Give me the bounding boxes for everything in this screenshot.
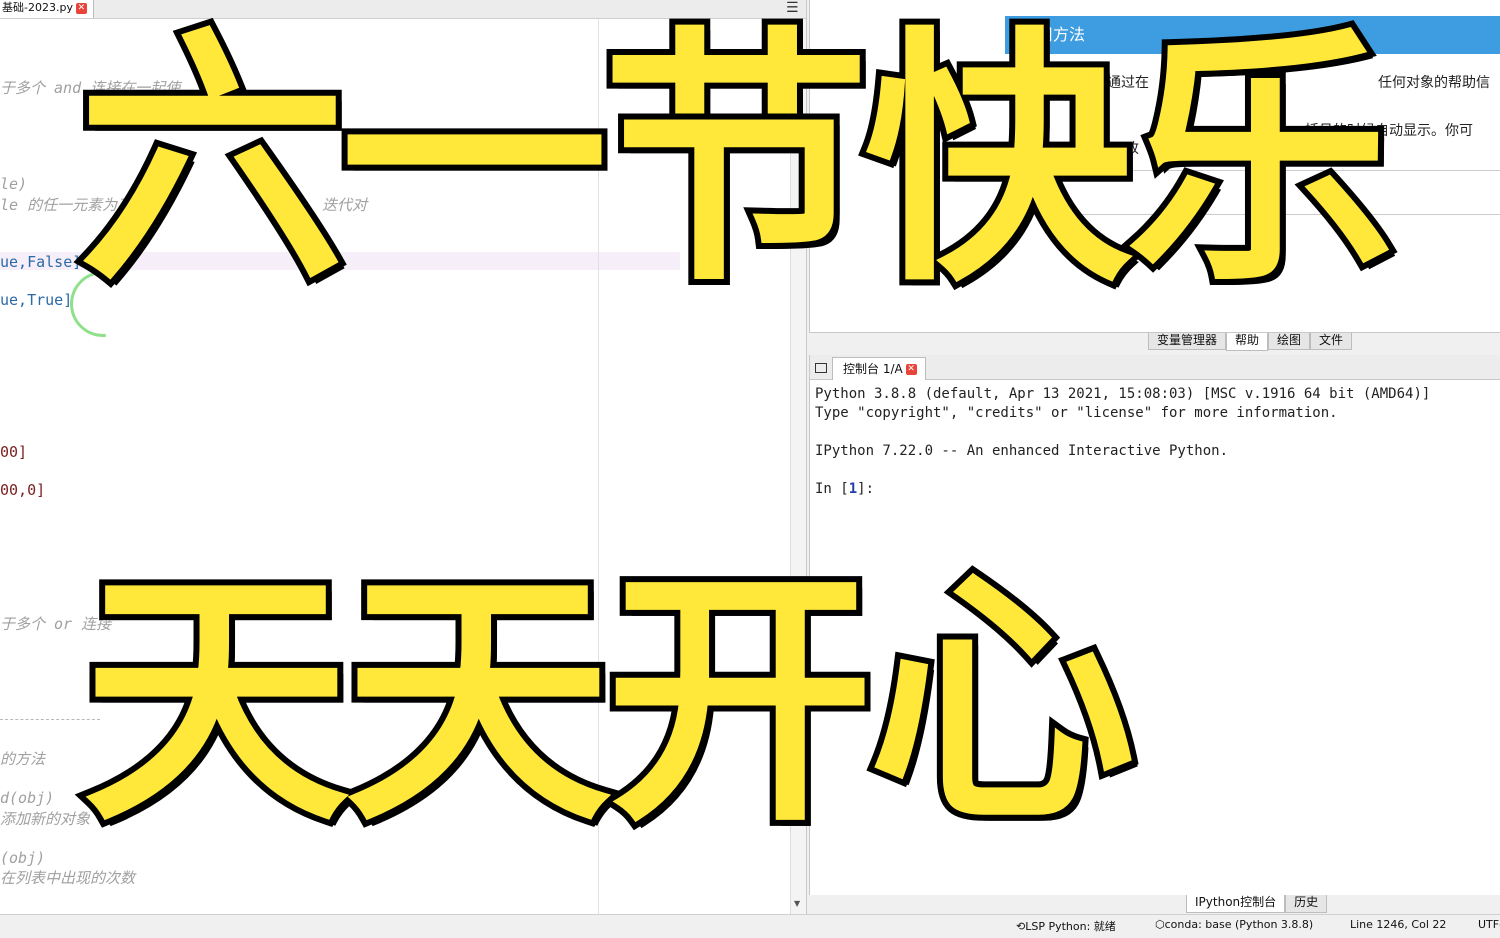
code-line: ue,False] (0, 253, 82, 271)
file-tab-label: 基础-2023.py (2, 1, 73, 14)
prompt-number: 1 (848, 481, 858, 497)
help-text: 任何对象的帮助信 (1378, 75, 1490, 91)
console-prompt[interactable]: In [1]: (815, 481, 874, 497)
code-line: (obj) (0, 849, 46, 867)
console-tab[interactable]: 控制台 1/A ✕ (832, 357, 926, 380)
cursor-position: Line 1246, Col 22 (1350, 918, 1447, 931)
overlay-subtitle: 天天开心 (76, 546, 1142, 858)
code-line: ue,True] (0, 291, 73, 309)
conda-status: ⬡conda: base (Python 3.8.8) (1155, 918, 1314, 931)
prompt-prefix: In [ (815, 481, 849, 497)
status-bar: ⟲LSP Python: 就绪 ⬡conda: base (Python 3.8… (0, 914, 1500, 938)
cube-icon: ⬡ (1155, 918, 1165, 931)
code-line: 添加新的对象 (0, 810, 91, 828)
prompt-suffix: ]: (857, 481, 875, 497)
console-tab-label: 控制台 1/A (843, 362, 903, 376)
console-tabbar: 控制台 1/A ✕ (810, 355, 1500, 380)
code-line: 的方法 (0, 750, 46, 768)
code-line: 在列表中出现的次数 (0, 869, 136, 887)
tab-plots[interactable]: 绘图 (1268, 333, 1311, 350)
tab-variable-explorer[interactable]: 变量管理器 (1148, 333, 1227, 350)
code-line: 00,0] (0, 481, 46, 499)
console-line: IPython 7.22.0 -- An enhanced Interactiv… (815, 443, 1229, 459)
close-icon[interactable]: ✕ (905, 364, 917, 375)
console-line: Python 3.8.8 (default, Apr 13 2021, 15:0… (815, 386, 1431, 402)
pane-tabs: 变量管理器 帮助 绘图 文件 (1148, 333, 1353, 351)
console-bottom-tabs: IPython控制台 历史 (1186, 895, 1328, 913)
code-line: 00] (0, 443, 28, 461)
sync-icon: ⟲ (1016, 920, 1026, 933)
lsp-status: ⟲LSP Python: 就绪 (1016, 920, 1116, 933)
code-line: d(obj) (0, 789, 55, 807)
encoding: UTF- (1478, 918, 1500, 931)
code-line: le) (0, 175, 28, 193)
console-line: Type "copyright", "credits" or "license"… (815, 405, 1338, 421)
scroll-down-icon[interactable]: ▼ (794, 899, 800, 908)
overlay-title: 六一节快乐 (72, 6, 1400, 318)
window-icon[interactable] (815, 363, 827, 373)
tab-help[interactable]: 帮助 (1226, 333, 1269, 351)
tab-files[interactable]: 文件 (1310, 333, 1353, 350)
tab-history[interactable]: 历史 (1285, 895, 1328, 913)
tab-ipython-console[interactable]: IPython控制台 (1186, 895, 1286, 913)
